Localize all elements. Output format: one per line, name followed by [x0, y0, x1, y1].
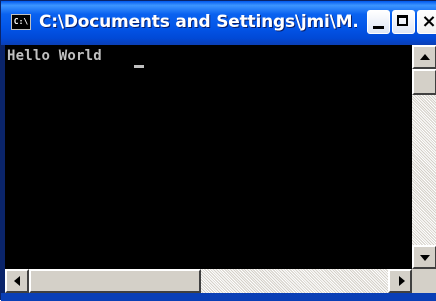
- maximize-button[interactable]: [392, 10, 415, 34]
- scroll-left-button[interactable]: [5, 269, 29, 293]
- console-output-text: Hello World: [7, 48, 102, 64]
- scroll-down-button[interactable]: [412, 245, 436, 269]
- console-app-icon[interactable]: C:\: [11, 14, 31, 30]
- vertical-scroll-track[interactable]: [412, 95, 436, 245]
- vertical-scrollbar[interactable]: [412, 45, 436, 269]
- console-window: C:\ C:\Documents and Settings\jmi\M... ×…: [0, 0, 436, 301]
- title-bar[interactable]: C:\ C:\Documents and Settings\jmi\M... ×: [1, 1, 436, 45]
- horizontal-scroll-track[interactable]: [201, 269, 388, 293]
- text-cursor: [134, 65, 144, 68]
- arrow-up-icon: [420, 54, 430, 60]
- scroll-up-button[interactable]: [412, 45, 436, 69]
- scroll-right-button[interactable]: [388, 269, 412, 293]
- minimize-button[interactable]: [367, 10, 390, 34]
- arrow-right-icon: [399, 276, 405, 286]
- vertical-scroll-thumb[interactable]: [412, 69, 436, 95]
- scrollbar-corner: [412, 269, 436, 293]
- horizontal-scrollbar[interactable]: [5, 269, 412, 293]
- arrow-left-icon: [14, 276, 20, 286]
- console-output-area[interactable]: Hello World: [5, 45, 412, 269]
- arrow-down-icon: [420, 255, 430, 261]
- window-title: C:\Documents and Settings\jmi\M...: [39, 12, 357, 32]
- close-button[interactable]: ×: [417, 10, 436, 34]
- horizontal-scroll-thumb[interactable]: [29, 269, 201, 293]
